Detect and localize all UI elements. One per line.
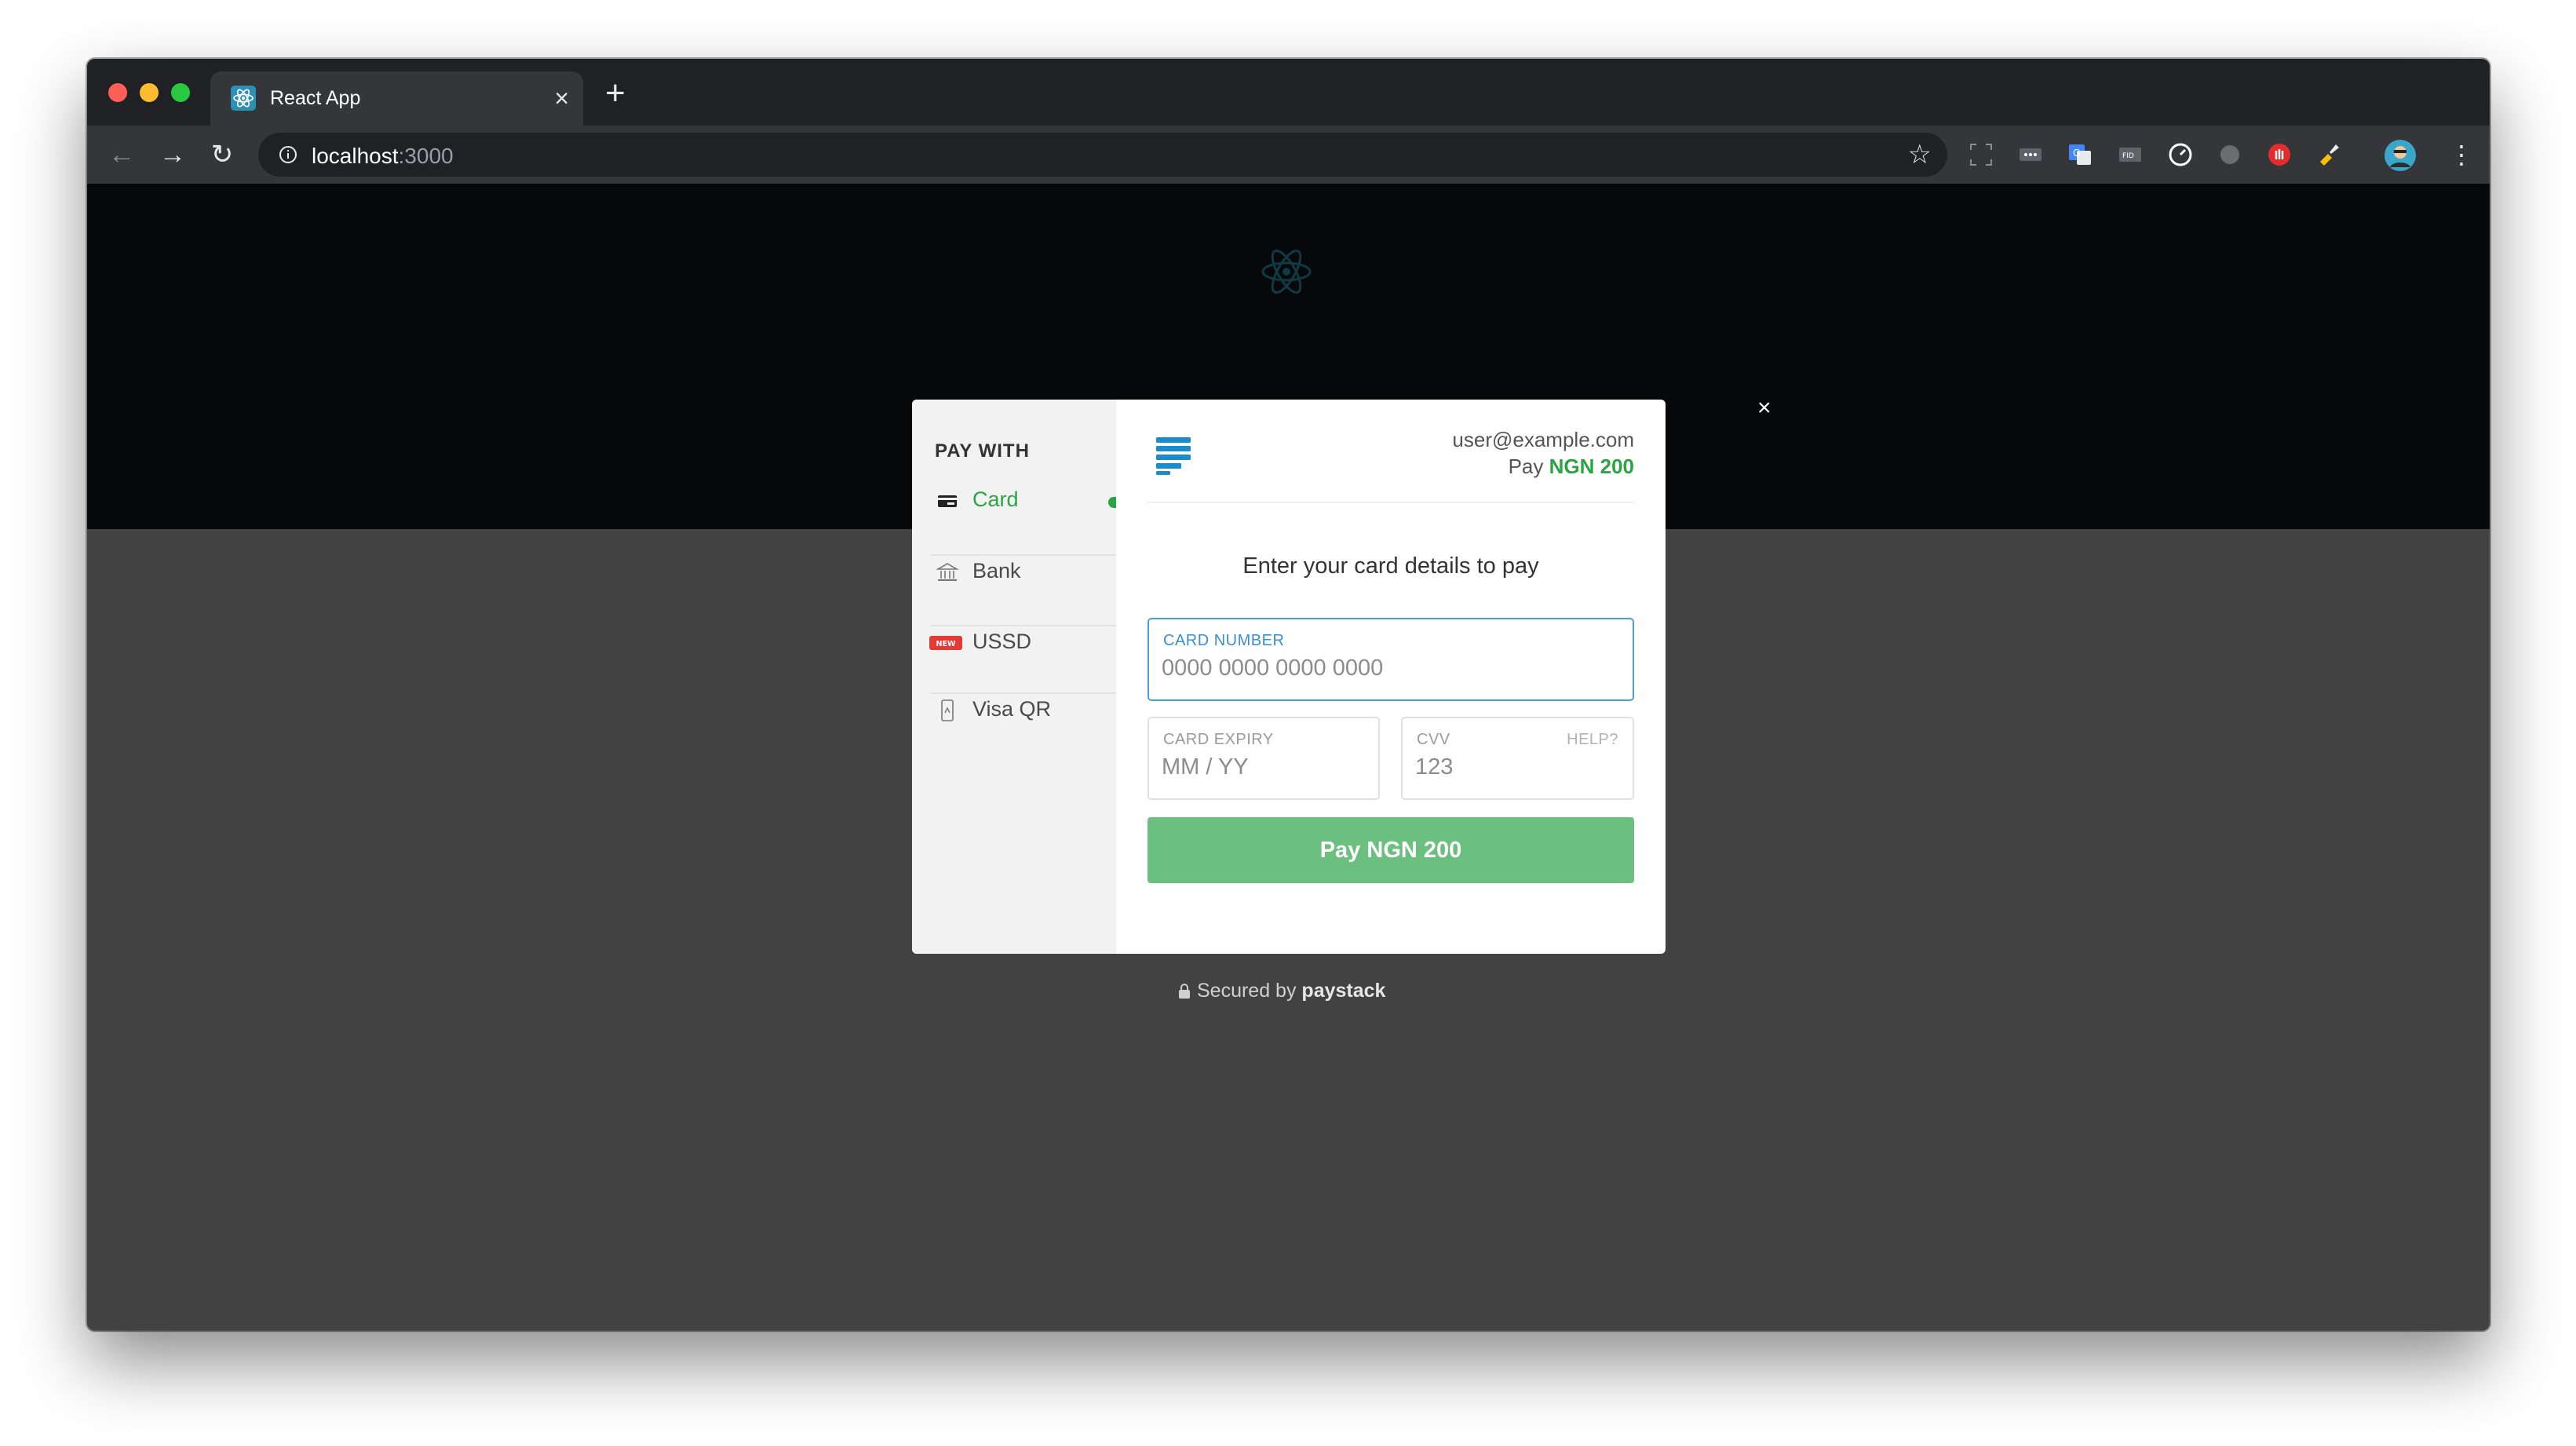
browser-toolbar: ← → ↻ localhost:3000 ☆ G FID ⋮ xyxy=(87,126,2490,184)
sidebar-item-label: USSD xyxy=(972,630,1032,653)
new-badge-icon: NEW xyxy=(929,636,962,650)
tab-bar: React App × + xyxy=(87,59,2490,126)
address-bar[interactable]: localhost:3000 ☆ xyxy=(258,133,1947,177)
info-icon[interactable] xyxy=(279,145,297,164)
svg-text:G: G xyxy=(2073,148,2080,159)
pay-with-heading: PAY WITH xyxy=(935,440,1030,462)
close-window-button[interactable] xyxy=(108,83,127,102)
cvv-label: CVV xyxy=(1417,731,1450,748)
tab-title: React App xyxy=(270,87,361,109)
instruction-text: Enter your card details to pay xyxy=(1242,553,1539,579)
reload-button[interactable]: ↻ xyxy=(205,137,239,172)
avatar[interactable] xyxy=(2384,139,2417,172)
paystack-wordmark: paystack xyxy=(1301,980,1386,1002)
checkout-main: user@example.com Pay NGN 200 Enter your … xyxy=(1116,400,1666,954)
pay-button[interactable]: Pay NGN 200 xyxy=(1148,817,1634,883)
fid-icon[interactable]: FID xyxy=(2117,141,2144,168)
card-number-input[interactable] xyxy=(1162,655,1573,681)
grey-dot-icon[interactable] xyxy=(2217,141,2243,168)
phone-qr-icon xyxy=(941,699,954,721)
back-button[interactable]: ← xyxy=(104,137,139,172)
sidebar-item-ussd[interactable]: NEW USSD xyxy=(912,608,1116,680)
tab-react-app[interactable]: React App × xyxy=(210,71,583,126)
bank-icon xyxy=(936,563,959,581)
sidebar-item-bank[interactable]: Bank xyxy=(912,537,1116,609)
card-expiry-input[interactable] xyxy=(1162,754,1357,780)
sidebar-item-card[interactable]: Card xyxy=(912,466,1116,538)
new-tab-button[interactable]: + xyxy=(605,76,626,111)
cvv-input[interactable] xyxy=(1415,754,1611,780)
translate-icon[interactable]: G xyxy=(2067,141,2093,168)
active-indicator xyxy=(1108,497,1116,508)
minimize-window-button[interactable] xyxy=(140,83,159,102)
page-viewport: PAY WITH Card Bank NEW USSD Visa QR user… xyxy=(87,184,2490,1331)
browser-menu-icon[interactable]: ⋮ xyxy=(2444,137,2479,172)
bookmark-star-icon[interactable]: ☆ xyxy=(1908,139,1932,170)
lock-icon xyxy=(1179,984,1190,999)
cvv-help-link[interactable]: HELP? xyxy=(1567,731,1618,749)
cvv-field[interactable]: CVV HELP? xyxy=(1401,717,1634,800)
url-port: :3000 xyxy=(398,144,454,168)
pay-amount-line: Pay NGN 200 xyxy=(1509,455,1634,479)
sidebar-item-label: Bank xyxy=(972,559,1021,582)
hand-icon[interactable] xyxy=(2266,141,2293,168)
browser-window: React App × + ← → ↻ localhost:3000 ☆ G F… xyxy=(87,59,2490,1331)
card-number-field[interactable]: CARD NUMBER xyxy=(1148,618,1634,701)
paystack-logo-icon xyxy=(1156,437,1191,475)
sidebar-item-label: Visa QR xyxy=(972,697,1052,721)
tab-close-icon[interactable]: × xyxy=(554,82,569,114)
paystack-checkout-modal: PAY WITH Card Bank NEW USSD Visa QR user… xyxy=(912,400,1666,954)
pay-amount: NGN 200 xyxy=(1549,455,1634,478)
card-expiry-label: CARD EXPIRY xyxy=(1163,731,1274,748)
react-favicon-icon xyxy=(231,86,256,111)
brush-icon[interactable] xyxy=(2315,141,2342,168)
more-dots-icon[interactable] xyxy=(2017,141,2044,168)
screenshot-icon[interactable] xyxy=(1968,141,1994,168)
speed-icon[interactable] xyxy=(2167,141,2194,168)
pay-prefix: Pay xyxy=(1508,455,1544,478)
sidebar-item-label: Card xyxy=(972,487,1019,511)
card-number-label: CARD NUMBER xyxy=(1163,632,1285,649)
card-icon xyxy=(938,495,957,507)
secured-by-footer: Secured by paystack xyxy=(1178,980,1385,1002)
react-logo-icon xyxy=(1261,249,1312,294)
close-icon[interactable]: × xyxy=(1757,396,1771,420)
sidebar-item-visa-qr[interactable]: Visa QR xyxy=(912,675,1116,747)
card-expiry-field[interactable]: CARD EXPIRY xyxy=(1148,717,1380,800)
customer-email: user@example.com xyxy=(1452,428,1634,451)
header-divider xyxy=(1148,502,1634,503)
zoom-window-button[interactable] xyxy=(171,83,190,102)
url-text: localhost:3000 xyxy=(312,144,454,169)
payment-method-sidebar: PAY WITH Card Bank NEW USSD Visa QR xyxy=(912,400,1116,954)
new-badge-text: NEW xyxy=(936,640,956,648)
secured-prefix: Secured by xyxy=(1197,980,1297,1002)
forward-button[interactable]: → xyxy=(155,137,190,172)
svg-text:FID: FID xyxy=(2122,152,2134,160)
url-host: localhost xyxy=(312,144,399,168)
